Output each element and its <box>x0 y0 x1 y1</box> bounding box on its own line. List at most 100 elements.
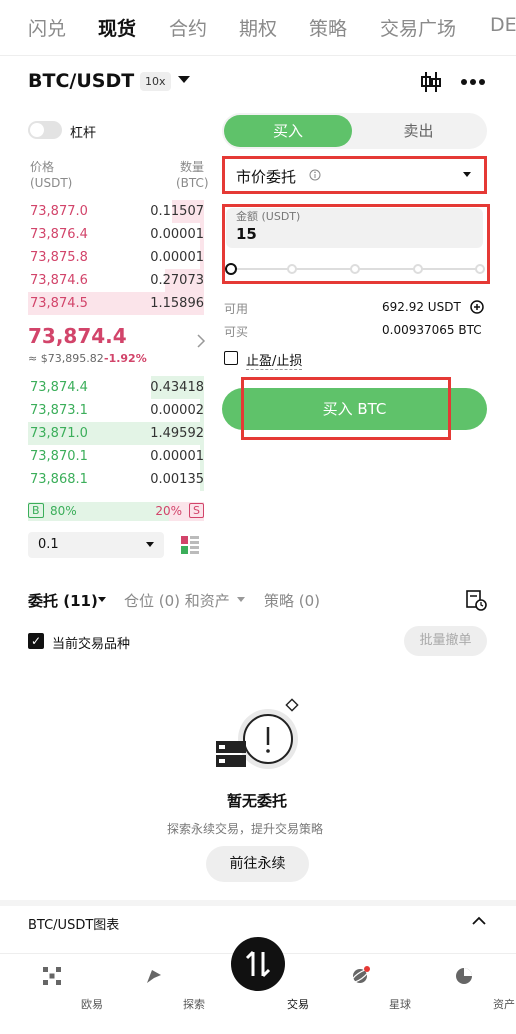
sell-badge: S <box>189 503 204 518</box>
chevron-down-icon[interactable] <box>98 597 106 602</box>
bid-price: 73,873.1 <box>30 403 88 418</box>
amount-label: 金额 (USDT) <box>236 210 301 223</box>
more-icon[interactable] <box>460 78 486 86</box>
buy-sell-switch: 买入 卖出 <box>222 113 487 149</box>
tab-orders[interactable]: 委托 (11) <box>28 590 98 611</box>
ask-price: 73,874.6 <box>30 273 88 288</box>
bid-price: 73,868.1 <box>30 472 88 487</box>
tab-positions[interactable]: 仓位 (0) 和资产 <box>124 590 230 611</box>
order-type-select[interactable]: 市价委托 <box>226 160 483 190</box>
qty-header: 数量 <box>180 160 205 174</box>
empty-title: 暂无委托 <box>227 792 288 810</box>
empty-description: 探索永续交易，提升交易策略 <box>167 822 324 836</box>
nav-explore[interactable]: 探索 <box>114 954 205 1034</box>
ask-row[interactable]: 73,875.8 0.00001 <box>28 246 204 269</box>
ask-row[interactable]: 73,877.0 0.11507 <box>28 200 204 223</box>
chevron-down-icon[interactable] <box>178 76 190 83</box>
can-buy-value: 0.00937065 BTC <box>382 323 482 337</box>
ask-price: 73,877.0 <box>30 204 88 219</box>
tab-strategy-orders[interactable]: 策略 (0) <box>264 590 320 611</box>
orderbook-layout-icon[interactable] <box>178 533 202 557</box>
precision-value: 0.1 <box>38 537 59 552</box>
top-tab-bar: 闪兑 现货 合约 期权 策略 交易广场 DE <box>0 0 516 56</box>
tpsl-label[interactable]: 止盈/止损 <box>246 350 303 370</box>
chevron-right-icon[interactable] <box>196 334 206 348</box>
ask-price: 73,875.8 <box>30 250 88 265</box>
add-circle-icon[interactable] <box>470 300 484 314</box>
last-price: 73,874.4 <box>28 324 127 348</box>
bid-row[interactable]: 73,870.1 0.00001 <box>28 445 204 468</box>
order-type-value: 市价委托 <box>236 168 297 186</box>
chevron-down-icon[interactable] <box>237 597 245 602</box>
bid-price: 73,871.0 <box>30 426 88 441</box>
pie-chart-icon <box>456 968 472 984</box>
chart-section-title[interactable]: BTC/USDT图表 <box>28 914 119 933</box>
qty-unit: (BTC) <box>176 176 209 190</box>
ask-row[interactable]: 73,876.4 0.00001 <box>28 223 204 246</box>
ask-row[interactable]: 73,874.6 0.27073 <box>28 269 204 292</box>
ask-qty: 0.11507 <box>150 204 204 219</box>
tab-strategy[interactable]: 策略 <box>309 14 347 41</box>
bottom-nav: 欧易 探索 交易 星球 资产 <box>0 937 516 1034</box>
leverage-badge: 10x <box>140 72 171 91</box>
bid-row[interactable]: 73,871.0 1.49592 <box>28 422 204 445</box>
ask-qty: 0.00001 <box>150 227 204 242</box>
leverage-toggle[interactable] <box>28 121 62 139</box>
pair-title[interactable]: BTC/USDT <box>28 70 134 92</box>
nav-trade[interactable]: 交易 <box>218 937 309 1034</box>
tab-swap[interactable]: 闪兑 <box>28 14 66 41</box>
amount-value: 15 <box>236 225 257 243</box>
sell-ratio: 20% <box>155 504 182 518</box>
precision-select[interactable]: 0.1 <box>28 532 164 558</box>
tab-spot[interactable]: 现货 <box>98 14 136 41</box>
ask-row[interactable]: 73,874.5 1.15896 <box>28 292 204 315</box>
bid-price: 73,874.4 <box>30 380 88 395</box>
tab-futures[interactable]: 合约 <box>169 14 207 41</box>
candlestick-icon[interactable] <box>419 70 443 94</box>
nav-planet[interactable]: 星球 <box>320 954 411 1034</box>
tab-trading-square[interactable]: 交易广场 <box>380 14 456 41</box>
available-label: 可用 <box>224 302 249 316</box>
slider-step[interactable] <box>350 264 360 274</box>
chevron-down-icon <box>146 542 154 547</box>
tab-more[interactable]: DE <box>490 14 516 36</box>
ask-qty: 1.15896 <box>150 296 204 311</box>
trade-swap-icon <box>231 937 285 991</box>
empty-orders-illustration <box>216 698 299 769</box>
slider-step[interactable] <box>287 264 297 274</box>
buy-badge: B <box>28 503 44 518</box>
order-history-icon[interactable] <box>465 589 487 611</box>
buy-tab[interactable]: 买入 <box>224 115 352 147</box>
bid-price: 73,870.1 <box>30 449 88 464</box>
price-change: -1.92% <box>104 352 147 365</box>
buy-sell-ratio: B 80% 20% S <box>28 502 204 521</box>
nav-assets[interactable]: 资产 <box>424 954 515 1034</box>
go-perpetual-button[interactable]: 前往永续 <box>206 846 309 882</box>
tab-options[interactable]: 期权 <box>239 14 277 41</box>
bid-row[interactable]: 73,873.1 0.00002 <box>28 399 204 422</box>
bid-qty: 1.49592 <box>150 426 204 441</box>
sell-tab[interactable]: 卖出 <box>352 115 485 147</box>
buy-ratio: 80% <box>50 504 77 518</box>
divider <box>0 900 516 906</box>
nav-okx[interactable]: 欧易 <box>12 954 103 1034</box>
price-header: 价格 <box>30 160 55 174</box>
bid-row[interactable]: 73,868.1 0.00135 <box>28 468 204 491</box>
bid-qty: 0.00002 <box>150 403 204 418</box>
current-pair-checkbox[interactable]: ✓ <box>28 633 44 649</box>
can-buy-label: 可买 <box>224 325 249 339</box>
amount-slider[interactable] <box>225 263 485 275</box>
current-pair-label: 当前交易品种 <box>52 637 131 652</box>
bid-row[interactable]: 73,874.4 0.43418 <box>28 376 204 399</box>
chevron-up-icon[interactable] <box>472 916 486 926</box>
bid-qty: 0.00001 <box>150 449 204 464</box>
bid-qty: 0.43418 <box>150 380 204 395</box>
slider-step[interactable] <box>413 264 423 274</box>
slider-handle[interactable] <box>225 263 237 275</box>
slider-step[interactable] <box>475 264 485 274</box>
planet-icon <box>351 966 370 983</box>
amount-field[interactable]: 金额 (USDT) 15 <box>226 208 483 248</box>
batch-cancel-button[interactable]: 批量撤单 <box>404 626 487 656</box>
info-icon[interactable] <box>309 169 321 181</box>
tpsl-checkbox[interactable] <box>224 351 238 365</box>
